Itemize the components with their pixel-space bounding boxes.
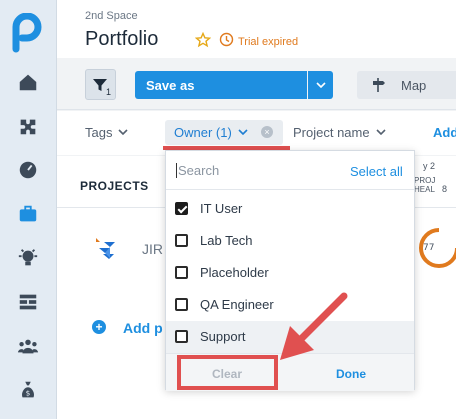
divider xyxy=(166,189,414,190)
map-label: Map xyxy=(401,78,427,93)
page-header: 2nd Space Portfolio Trial expired xyxy=(57,0,456,58)
dashboard-gauge-icon[interactable] xyxy=(16,158,40,182)
option-label: QA Engineer xyxy=(200,297,274,312)
clear-filter-icon[interactable]: × xyxy=(261,126,273,138)
health-gauge-icon: 77 xyxy=(419,228,456,268)
svg-text:$: $ xyxy=(26,389,31,398)
checkbox[interactable] xyxy=(175,234,188,247)
option-label: Placeholder xyxy=(200,265,269,280)
project-health-header: PROJ HEAL xyxy=(414,176,435,194)
chevron-down-icon xyxy=(118,129,129,135)
briefcase-icon[interactable] xyxy=(16,202,40,226)
tags-filter[interactable]: Tags xyxy=(85,125,129,140)
checkbox[interactable] xyxy=(175,330,188,343)
table-icon[interactable] xyxy=(16,290,40,314)
money-bag-icon[interactable]: $ xyxy=(16,378,40,402)
option-label: IT User xyxy=(200,201,243,216)
project-name-filter[interactable]: Project name xyxy=(293,125,386,140)
annotation-box xyxy=(177,355,278,390)
option-label: Lab Tech xyxy=(200,233,253,248)
lightbulb-icon[interactable] xyxy=(16,246,40,270)
puzzle-icon[interactable] xyxy=(16,114,40,138)
checkbox[interactable] xyxy=(175,298,188,311)
save-as-dropdown-button[interactable] xyxy=(308,71,333,99)
owner-option-placeholder[interactable]: Placeholder xyxy=(166,257,414,289)
projects-header: PROJECTS xyxy=(80,179,149,193)
app-logo[interactable] xyxy=(12,13,42,53)
checkbox[interactable] xyxy=(175,202,188,215)
project-name-filter-label: Project name xyxy=(293,125,370,140)
option-label: Support xyxy=(200,329,246,344)
checkbox[interactable] xyxy=(175,266,188,279)
owner-filter-label: Owner (1) xyxy=(174,125,232,140)
page-title: Portfolio xyxy=(85,28,159,50)
sidebar: $ xyxy=(0,0,57,419)
select-all-link[interactable]: Select all xyxy=(350,164,403,179)
add-project-icon[interactable]: + xyxy=(92,320,106,334)
filter-button[interactable]: 1 xyxy=(85,69,116,100)
people-icon[interactable] xyxy=(16,334,40,358)
add-filter-link[interactable]: Add xyxy=(433,125,456,140)
jira-icon xyxy=(96,238,115,259)
project-health-header-line-1: PROJ xyxy=(414,176,436,185)
chevron-down-icon xyxy=(238,129,248,135)
tags-filter-label: Tags xyxy=(85,125,113,140)
map-button[interactable]: Map xyxy=(357,71,456,99)
gauge-value: 77 xyxy=(423,243,434,253)
trial-warning-icon xyxy=(219,32,234,47)
column-header-partial: y 2 xyxy=(423,161,436,171)
add-project-link[interactable]: Add p xyxy=(123,320,163,336)
owner-option-it-user[interactable]: IT User xyxy=(166,193,414,225)
trial-status[interactable]: Trial expired xyxy=(238,36,298,48)
search-input[interactable] xyxy=(176,163,316,178)
star-icon[interactable] xyxy=(195,32,211,48)
signpost-icon xyxy=(373,78,385,92)
save-as-button[interactable]: Save as xyxy=(135,71,307,99)
project-name[interactable]: JIR xyxy=(142,241,163,257)
filter-count: 1 xyxy=(105,87,111,97)
annotation-arrow-icon xyxy=(280,292,348,360)
home-icon[interactable] xyxy=(16,70,40,94)
project-health-header-line-2: HEAL xyxy=(414,185,435,194)
chevron-down-icon xyxy=(376,129,386,135)
owner-option-lab-tech[interactable]: Lab Tech xyxy=(166,225,414,257)
space-name[interactable]: 2nd Space xyxy=(85,10,138,22)
column-value-partial: 8 xyxy=(442,184,448,194)
chevron-down-icon xyxy=(315,82,326,88)
toolbar: 1 Save as Map xyxy=(57,58,456,110)
owner-filter[interactable]: Owner (1) × xyxy=(165,120,283,145)
